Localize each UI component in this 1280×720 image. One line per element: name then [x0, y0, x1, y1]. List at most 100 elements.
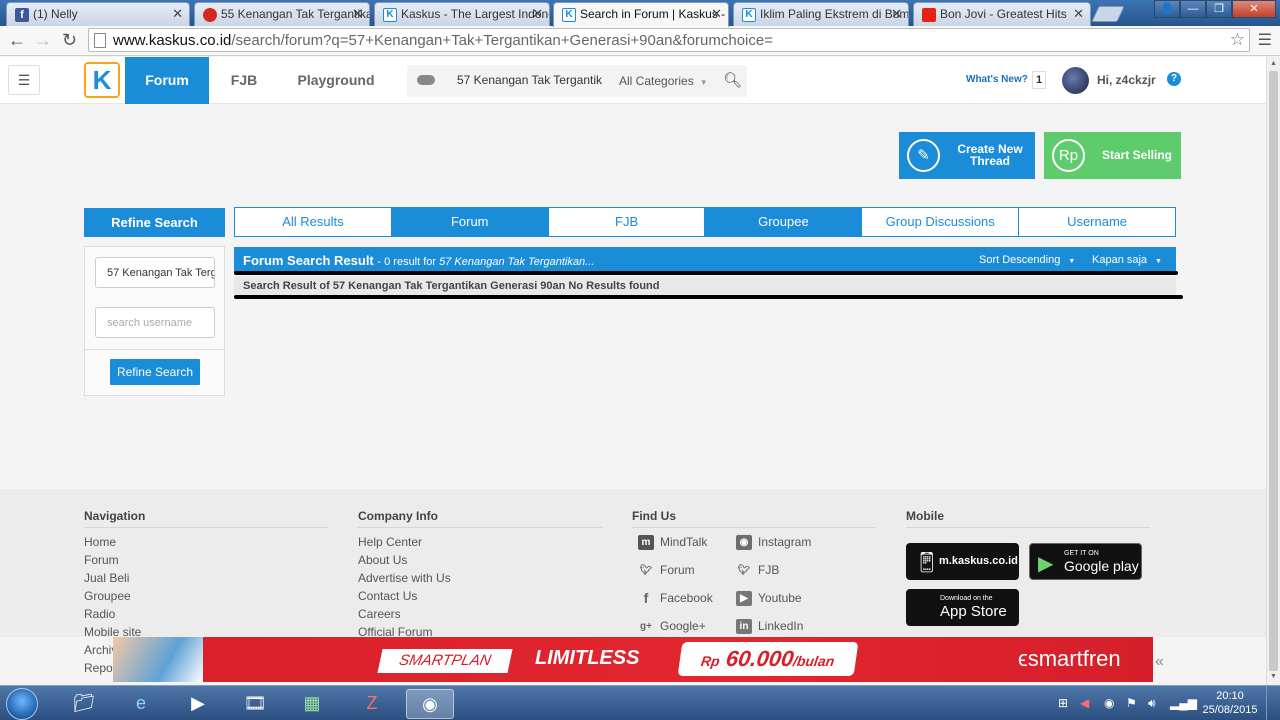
close-tab-icon[interactable]: ✕ [352, 6, 363, 22]
footer-link[interactable]: Contact Us [358, 589, 417, 603]
tab-groupee[interactable]: Groupee [705, 208, 863, 236]
file-explorer-icon[interactable]: 📁︎ [60, 689, 108, 719]
twitter-forum-link[interactable]: 🐦︎ Forum [636, 563, 695, 577]
tab-title: (1) Nelly [33, 7, 78, 21]
scroll-thumb[interactable] [1269, 71, 1278, 671]
reload-icon[interactable]: ↻ [62, 30, 77, 51]
instagram-link[interactable]: ◉ Instagram [734, 535, 811, 550]
close-window-icon[interactable]: ✕ [1232, 0, 1276, 18]
media-player-icon[interactable]: ▶ [174, 689, 222, 719]
scroll-down-icon[interactable]: ▼ [1270, 673, 1277, 680]
close-tab-icon[interactable]: ✕ [172, 6, 183, 22]
show-desktop-button[interactable] [1266, 686, 1280, 720]
close-tab-icon[interactable]: ✕ [711, 6, 722, 22]
footer-link[interactable]: Advertise with Us [358, 571, 451, 585]
browser-menu-icon[interactable]: ☰ [1258, 30, 1272, 50]
youtube-link[interactable]: ▶ Youtube [734, 591, 802, 606]
nav-tab-forum[interactable]: Forum [125, 57, 209, 104]
film-reel-icon[interactable]: 🎞︎ [231, 689, 279, 719]
system-clock[interactable]: 20:10 25/08/2015 [1200, 689, 1260, 717]
googleplus-icon: g+ [640, 621, 652, 632]
internet-explorer-icon[interactable]: e [117, 689, 165, 719]
footer-link[interactable]: About Us [358, 553, 407, 567]
footer-link[interactable]: Jual Beli [84, 571, 129, 585]
browser-tab[interactable]: 55 Kenangan Tak Tergantikan ✕ [194, 2, 370, 26]
app-store-badge[interactable]: Download on the App Store [906, 589, 1019, 626]
twitter-icon: 🐦︎ [737, 565, 751, 576]
footer-link[interactable]: Help Center [358, 535, 422, 549]
zynga-icon[interactable]: Z [348, 689, 396, 719]
facebook-link[interactable]: f Facebook [636, 590, 713, 606]
kaskus-logo[interactable]: K [84, 62, 120, 98]
windows-flag-icon[interactable]: ⊞ [1058, 696, 1068, 710]
refine-search-button[interactable]: Refine Search [110, 359, 200, 385]
address-bar[interactable]: www.kaskus.co.id/search/forum?q=57+Kenan… [88, 28, 1250, 52]
whats-new-link[interactable]: What's New? [966, 74, 1028, 85]
header-search-input[interactable]: 57 Kenangan Tak Tergantikan [457, 73, 602, 87]
notification-count-badge[interactable]: 1 [1032, 71, 1046, 89]
nav-tab-fjb[interactable]: FJB [214, 57, 274, 104]
tab-username[interactable]: Username [1019, 208, 1175, 236]
forward-arrow-icon[interactable]: → [34, 30, 52, 51]
browser-tab-active[interactable]: K Search in Forum | Kaskus - T ✕ [553, 2, 729, 27]
spreadsheet-icon[interactable]: ▦ [288, 689, 336, 719]
username-input[interactable]: search username [95, 307, 215, 338]
close-tab-icon[interactable]: ✕ [532, 6, 543, 22]
bookmark-star-icon[interactable]: ☆ [1230, 30, 1245, 50]
browser-tab[interactable]: Bon Jovi - Greatest Hits ✕ [913, 2, 1091, 26]
footer-link[interactable]: Careers [358, 607, 401, 621]
nav-tab-playground[interactable]: Playground [288, 57, 384, 104]
help-icon[interactable]: ? [1167, 72, 1181, 86]
volume-icon[interactable]: 🔊︎ [1148, 696, 1156, 711]
new-tab-button[interactable] [1091, 6, 1125, 22]
chrome-icon[interactable]: ◉ [406, 689, 454, 719]
tab-group-discussions[interactable]: Group Discussions [862, 208, 1020, 236]
tab-fjb[interactable]: FJB [549, 208, 706, 236]
ad-price-suffix: /bulan [792, 653, 836, 669]
restore-icon[interactable]: ❐ [1206, 0, 1232, 18]
chrome-tray-icon[interactable]: ◉ [1104, 696, 1114, 710]
kaskus-favicon-icon: K [742, 8, 756, 22]
tab-all-results[interactable]: All Results [235, 208, 392, 236]
footer-link[interactable]: Forum [84, 553, 119, 567]
network-icon[interactable]: ▂▄▆ [1170, 696, 1197, 710]
logo-letter: K [92, 65, 112, 95]
footer-company-title: Company Info [358, 509, 438, 523]
back-arrow-icon[interactable]: ← [8, 30, 26, 51]
googleplus-link[interactable]: g+ Google+ [636, 619, 706, 633]
avatar[interactable] [1062, 67, 1089, 94]
twitter-fjb-link[interactable]: 🐦︎ FJB [734, 563, 780, 577]
browser-tab[interactable]: K Kaskus - The Largest Indonesian ✕ [374, 2, 550, 26]
start-button[interactable] [6, 688, 38, 720]
action-center-icon[interactable]: ⚑ [1126, 696, 1137, 710]
keyword-input[interactable]: 57 Kenangan Tak Tergantikan [95, 257, 215, 288]
footer-link[interactable]: Home [84, 535, 116, 549]
sort-select[interactable]: Sort Descending ▼ [979, 254, 1075, 266]
browser-tab[interactable]: K Iklim Paling Ekstrem di Bumi ✕ [733, 2, 909, 26]
footer-link[interactable]: Groupee [84, 589, 131, 603]
mindtalk-link[interactable]: m MindTalk [636, 535, 707, 550]
collapse-ad-icon[interactable]: « [1155, 653, 1164, 671]
smartfren-ad-banner[interactable]: SMARTPLAN LIMITLESS Rp 60.000/bulan ϵsma… [113, 637, 1153, 682]
facebook-icon: f [643, 590, 649, 606]
minimize-icon[interactable]: — [1180, 0, 1206, 18]
browser-tab[interactable]: f (1) Nelly ✕ [6, 2, 190, 26]
user-icon[interactable]: 👤 [1154, 0, 1180, 18]
create-thread-button[interactable]: ✎ Create New Thread [899, 132, 1035, 179]
category-select[interactable]: All Categories ▼ [619, 74, 708, 88]
tab-forum[interactable]: Forum [391, 208, 549, 236]
google-play-badge[interactable]: ▶ GET IT ON Google play [1029, 543, 1142, 580]
user-greeting[interactable]: Hi, z4ckzjr [1097, 73, 1156, 87]
start-selling-button[interactable]: Rp Start Selling [1044, 132, 1181, 179]
close-tab-icon[interactable]: ✕ [891, 6, 902, 22]
hamburger-menu-icon[interactable]: ☰ [8, 65, 40, 95]
search-icon[interactable]: 🔍︎ [723, 71, 742, 89]
footer-link[interactable]: Radio [84, 607, 115, 621]
close-tab-icon[interactable]: ✕ [1073, 6, 1084, 22]
mobile-site-badge[interactable]: 📱︎ m.kaskus.co.id [906, 543, 1019, 580]
antivirus-icon[interactable]: ◀ [1080, 696, 1089, 710]
page-scrollbar[interactable]: ▲ ▼ [1266, 57, 1280, 685]
scroll-up-icon[interactable]: ▲ [1270, 60, 1277, 67]
time-filter-select[interactable]: Kapan saja ▼ [1092, 254, 1162, 266]
linkedin-link[interactable]: in LinkedIn [734, 619, 803, 634]
